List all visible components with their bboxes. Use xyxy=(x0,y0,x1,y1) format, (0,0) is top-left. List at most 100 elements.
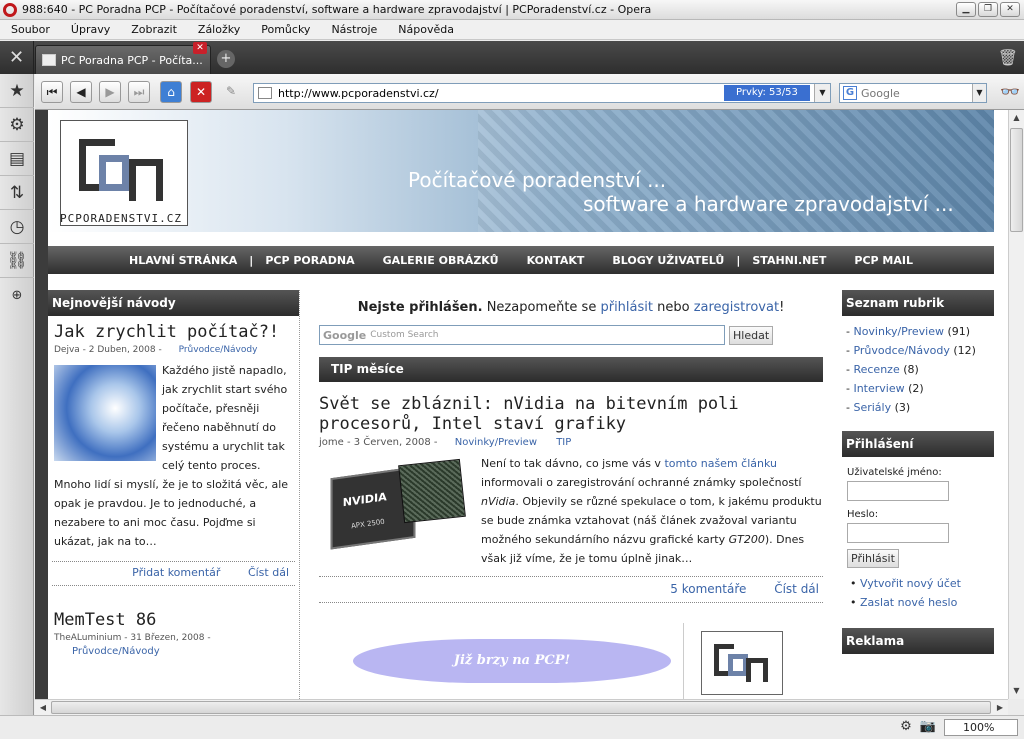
article-title-link[interactable]: Jak zrychlit počítač?! xyxy=(54,322,299,342)
close-button[interactable]: ✕ xyxy=(1000,2,1020,17)
login-link[interactable]: přihlásit xyxy=(600,300,653,315)
rubric-link[interactable]: Průvodce/Návody xyxy=(853,344,949,357)
tip-title-link[interactable]: Svět se zbláznil: nVidia na bitevním pol… xyxy=(319,394,823,434)
zoom-control[interactable]: 100% xyxy=(944,719,1018,736)
address-field[interactable]: http://www.pcporadenstvi.cz/ Prvky: 53/5… xyxy=(253,83,831,103)
tools-icon[interactable]: ✕ xyxy=(0,41,34,74)
horizontal-scroll-thumb[interactable] xyxy=(51,701,991,714)
links-icon[interactable]: ⛓ xyxy=(0,244,34,278)
nav-mail[interactable]: PCP MAIL xyxy=(854,254,913,267)
new-tab-icon[interactable]: + xyxy=(217,50,235,68)
pcp-logo-small[interactable] xyxy=(701,631,783,695)
username-input[interactable] xyxy=(847,481,949,501)
restore-button[interactable]: ❐ xyxy=(978,2,998,17)
settings-gear-icon[interactable]: ⚙ xyxy=(0,108,34,142)
tab-label: PC Poradna PCP - Počíta... xyxy=(61,53,203,67)
camera-icon[interactable]: 📷 xyxy=(920,719,936,734)
stop-icon[interactable]: ✕ xyxy=(190,81,212,103)
tagline-1: Počítačové poradenství ... xyxy=(408,168,667,192)
vertical-scroll-thumb[interactable] xyxy=(1010,128,1023,232)
tip-category-link[interactable]: Novinky/Preview xyxy=(455,437,537,448)
site-logo[interactable] xyxy=(60,120,188,226)
home-icon[interactable]: ⌂ xyxy=(160,81,182,103)
search-dropdown-icon[interactable]: ▼ xyxy=(972,84,986,102)
scroll-left-icon[interactable]: ◀ xyxy=(35,700,51,715)
rubric-item: - Recenze (8) xyxy=(846,363,919,376)
history-clock-icon[interactable]: ◷ xyxy=(0,210,34,244)
rubric-link[interactable]: Recenze xyxy=(853,363,899,376)
tip-tag-link[interactable]: TIP xyxy=(556,437,571,448)
menu-pomucky[interactable]: Pomůcky xyxy=(250,23,320,36)
edit-icon[interactable]: ✎ xyxy=(220,81,242,103)
forward-icon[interactable]: ▶ xyxy=(99,81,121,103)
glasses-icon[interactable]: 👓 xyxy=(1000,82,1020,101)
register-link[interactable]: zaregistrovat xyxy=(694,300,779,315)
turbo-icon[interactable]: ⚙ xyxy=(900,719,912,734)
nvidia-chip-image[interactable]: NVIDIA APX 2500 xyxy=(327,458,467,552)
nav-galerie[interactable]: GALERIE OBRÁZKŮ xyxy=(383,254,499,267)
back-icon[interactable]: ◀ xyxy=(70,81,92,103)
site-nav: HLAVNÍ STRÁNKA| PCP PORADNA| GALERIE OBR… xyxy=(48,246,994,274)
scroll-up-icon[interactable]: ▲ xyxy=(1009,110,1024,126)
page-favicon-icon xyxy=(258,87,272,99)
menu-zalozky[interactable]: Záložky xyxy=(187,23,250,36)
nav-home[interactable]: HLAVNÍ STRÁNKA xyxy=(129,254,237,267)
login-button[interactable]: Přihlásit xyxy=(847,549,899,568)
search-field[interactable]: G ▼ xyxy=(839,83,987,103)
article-meta: Dejva - 2 Duben, 2008 - xyxy=(54,345,162,355)
url-dropdown-icon[interactable]: ▼ xyxy=(814,84,830,102)
article-category-link[interactable]: Průvodce/Návody xyxy=(72,646,160,657)
coming-soon-banner[interactable]: Již brzy na PCP! xyxy=(353,639,671,683)
trash-icon[interactable]: 🗑 xyxy=(998,48,1018,67)
nav-stahni[interactable]: STAHNI.NET xyxy=(752,254,826,267)
rewind-icon[interactable]: ⏮ xyxy=(41,81,63,103)
ad-header: Reklama xyxy=(842,628,994,654)
password-label: Heslo: xyxy=(847,509,879,520)
read-more-link[interactable]: Číst dál xyxy=(774,582,819,596)
transfers-icon[interactable]: ⇅ xyxy=(0,176,34,210)
menu-soubor[interactable]: Soubor xyxy=(0,23,60,36)
article-category-link[interactable]: Průvodce/Návody xyxy=(179,345,258,355)
add-panel-icon[interactable]: ⊕ xyxy=(0,278,34,312)
tab-close-icon[interactable]: ✕ xyxy=(193,42,207,54)
scroll-down-icon[interactable]: ▼ xyxy=(1009,683,1024,699)
nav-poradna[interactable]: PCP PORADNA xyxy=(265,254,354,267)
scroll-right-icon[interactable]: ▶ xyxy=(992,700,1008,715)
username-label: Uživatelské jméno: xyxy=(847,467,942,478)
notes-icon[interactable]: ▤ xyxy=(0,142,34,176)
tab-pcporadna[interactable]: PC Poradna PCP - Počíta... ✕ xyxy=(35,42,211,74)
horizontal-scrollbar[interactable]: ◀ ▶ xyxy=(35,699,1008,715)
vertical-scrollbar[interactable]: ▲ ▼ xyxy=(1008,110,1024,699)
nav-blogy[interactable]: BLOGY UŽIVATELŮ xyxy=(612,254,724,267)
side-panel: ★ ⚙ ▤ ⇅ ◷ ⛓ ⊕ xyxy=(0,74,34,720)
search-button[interactable]: Hledat xyxy=(729,326,774,345)
minimize-button[interactable]: ▁ xyxy=(956,2,976,17)
rubric-link[interactable]: Interview xyxy=(853,382,904,395)
bookmarks-star-icon[interactable]: ★ xyxy=(0,74,34,108)
article-meta: TheALuminium - 31 Březen, 2008 - xyxy=(54,633,211,643)
article-thumbnail[interactable] xyxy=(54,365,156,461)
menu-napoveda[interactable]: Nápověda xyxy=(387,23,464,36)
send-password-link[interactable]: Zaslat nové heslo xyxy=(860,596,957,609)
search-input[interactable] xyxy=(861,86,971,100)
nav-kontakt[interactable]: KONTAKT xyxy=(527,254,585,267)
custom-search-input[interactable]: Google Custom Search xyxy=(319,325,725,345)
rubric-link[interactable]: Seriály xyxy=(853,401,891,414)
read-more-link[interactable]: Číst dál xyxy=(248,566,289,579)
create-account-link[interactable]: Vytvořit nový účet xyxy=(860,577,961,590)
fast-forward-icon[interactable]: ⏭ xyxy=(128,81,150,103)
rubric-link[interactable]: Novinky/Preview xyxy=(853,325,944,338)
tip-article-link[interactable]: tomto našem článku xyxy=(664,457,777,470)
article-title-link[interactable]: MemTest 86 xyxy=(54,610,299,630)
comments-link[interactable]: 5 komentáře xyxy=(670,582,746,596)
tip-header: TIP měsíce xyxy=(319,357,823,382)
add-comment-link[interactable]: Přidat komentář xyxy=(132,566,220,579)
rubrics-header: Seznam rubrik xyxy=(842,290,994,316)
password-input[interactable] xyxy=(847,523,949,543)
menu-nastroje[interactable]: Nástroje xyxy=(320,23,387,36)
menu-zobrazit[interactable]: Zobrazit xyxy=(120,23,187,36)
window-title: 988:640 - PC Poradna PCP - Počítačové po… xyxy=(22,3,652,16)
sidebar-column: Seznam rubrik - Novinky/Preview (91) - P… xyxy=(842,290,994,699)
menu-upravy[interactable]: Úpravy xyxy=(60,23,120,36)
address-toolbar: ⏮ ◀ ▶ ⏭ ⌂ ✕ ✎ http://www.pcporadenstvi.c… xyxy=(35,74,1024,110)
